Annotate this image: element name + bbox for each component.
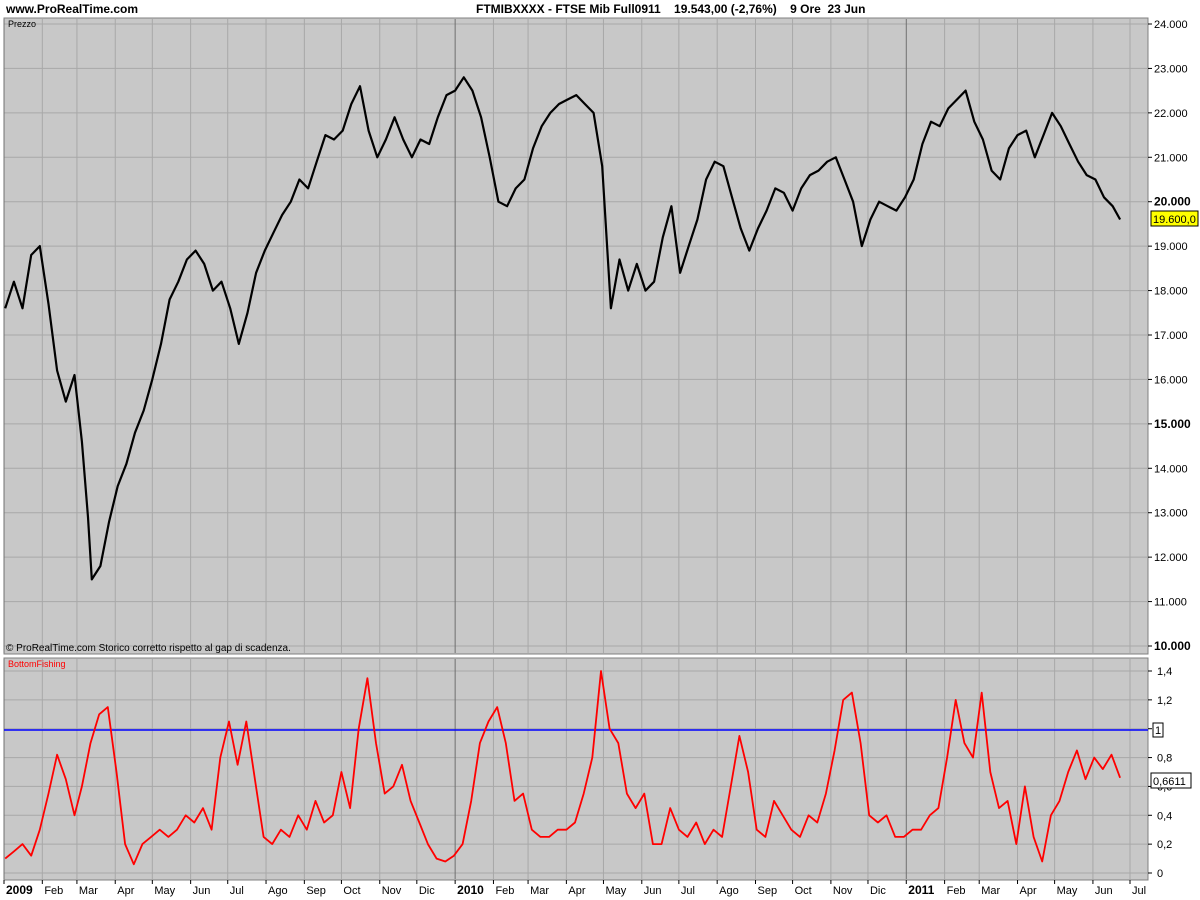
x-tick-label: Jul — [681, 885, 695, 897]
price-y-tick-label: 21.000 — [1154, 152, 1188, 164]
x-tick-label: Nov — [382, 885, 402, 897]
x-tick-label: Jun — [1095, 885, 1113, 897]
x-tick-label: Nov — [833, 885, 853, 897]
price-y-tick-label: 13.000 — [1154, 508, 1188, 520]
indicator-last-value-text: 0,6611 — [1153, 776, 1186, 788]
x-tick-label: Feb — [947, 885, 966, 897]
price-y-tick-label: 14.000 — [1154, 463, 1188, 475]
x-tick-label: Feb — [495, 885, 514, 897]
price-panel-label: Prezzo — [8, 19, 36, 29]
x-tick-label: Apr — [568, 885, 585, 897]
price-y-tick-label: 22.000 — [1154, 108, 1188, 120]
x-tick-label: Oct — [795, 885, 812, 897]
copyright-note: © ProRealTime.com Storico corretto rispe… — [6, 643, 291, 654]
x-tick-label: 2009 — [6, 883, 33, 897]
price-y-axis: 10.000 11.000 12.000 13.000 14.000 15.000 16.0… — [1148, 19, 1191, 653]
x-tick-label: Mar — [530, 885, 549, 897]
indicator-y-tick-label: 1,4 — [1157, 666, 1172, 678]
x-tick-label: Oct — [343, 885, 360, 897]
price-last-value-badge: 19.600,0 — [1150, 210, 1199, 227]
price-y-tick-label: 19.000 — [1154, 241, 1188, 253]
indicator-panel-label: BottomFishing — [8, 659, 66, 669]
price-y-tick-label: 24.000 — [1154, 19, 1188, 31]
x-tick-label: Jun — [644, 885, 662, 897]
price-y-tick-label: 23.000 — [1154, 63, 1188, 75]
x-tick-label: Feb — [44, 885, 63, 897]
chart-area: Prezzo © ProRealTime.com Storico corrett… — [3, 17, 1199, 897]
x-tick-label: Sep — [757, 885, 777, 897]
indicator-last-value-badge: 0,6611 — [1150, 772, 1192, 789]
level-badge: 1 — [1152, 722, 1164, 738]
x-tick-label: May — [605, 885, 626, 897]
x-tick-label: Sep — [306, 885, 326, 897]
x-tick-label: Ago — [268, 885, 288, 897]
x-tick-label: Apr — [117, 885, 134, 897]
indicator-y-tick-label: 0,4 — [1157, 810, 1172, 822]
x-tick-label: Apr — [1020, 885, 1037, 897]
x-tick-label: Dic — [419, 885, 435, 897]
indicator-y-tick-label: 0 — [1157, 868, 1163, 880]
x-tick-label: Ago — [719, 885, 739, 897]
price-y-tick-label: 15.000 — [1154, 417, 1191, 431]
price-y-tick-label: 10.000 — [1154, 639, 1191, 653]
x-axis: 2009 Feb Mar Apr May Jun Jul Ago Sep Oct Nov Dic 201… — [3, 880, 1146, 897]
price-y-tick-label: 20.000 — [1154, 195, 1191, 209]
x-tick-label: Mar — [981, 885, 1000, 897]
price-y-tick-label: 16.000 — [1154, 374, 1188, 386]
x-tick-label: Jun — [193, 885, 211, 897]
price-y-tick-label: 11.000 — [1154, 597, 1187, 609]
price-panel — [3, 17, 1149, 655]
x-tick-label: 2010 — [457, 883, 484, 897]
indicator-y-tick-label: 0,2 — [1157, 839, 1172, 851]
indicator-y-tick-label: 1,2 — [1157, 695, 1172, 707]
x-tick-label: May — [1057, 885, 1078, 897]
indicator-y-tick-label: 0,8 — [1157, 753, 1172, 765]
x-tick-label: Dic — [870, 885, 886, 897]
price-y-tick-label: 12.000 — [1154, 552, 1188, 564]
price-y-tick-label: 18.000 — [1154, 286, 1188, 298]
price-y-tick-label: 17.000 — [1154, 330, 1188, 342]
x-tick-label: Mar — [79, 885, 98, 897]
x-tick-label: May — [154, 885, 175, 897]
x-tick-label: 2011 — [908, 883, 934, 897]
x-tick-label: Jul — [1132, 885, 1146, 897]
price-last-value-text: 19.600,0 — [1153, 214, 1196, 226]
indicator-panel — [3, 657, 1149, 881]
level-badge-text: 1 — [1155, 725, 1161, 737]
x-tick-label: Jul — [230, 885, 244, 897]
